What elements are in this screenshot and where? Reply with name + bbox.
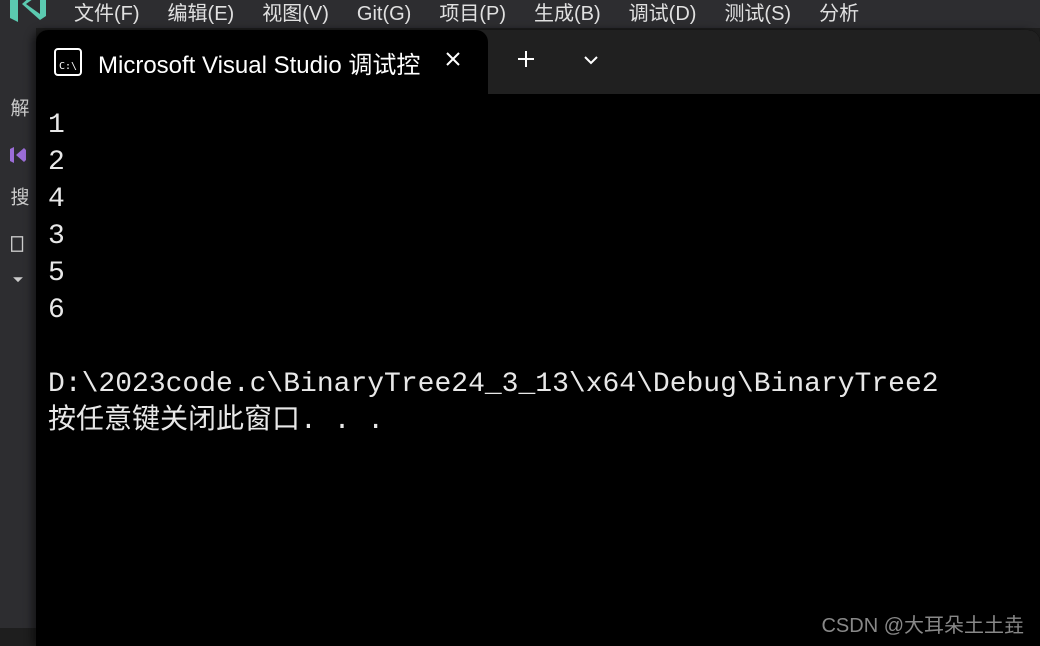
close-tab-button[interactable]: [436, 46, 470, 78]
vs-logo-icon: [4, 0, 52, 28]
menu-debug[interactable]: 调试(D): [615, 9, 711, 19]
menu-git[interactable]: Git(G): [343, 9, 425, 19]
menu-bar: 文件(F) 编辑(E) 视图(V) Git(G) 项目(P) 生成(B) 调试(…: [0, 0, 1040, 28]
vs-purple-icon[interactable]: [8, 145, 28, 165]
terminal-tab[interactable]: C:\ Microsoft Visual Studio 调试控: [36, 30, 488, 94]
sidebar-search-label[interactable]: 搜: [5, 187, 32, 212]
menu-file[interactable]: 文件(F): [60, 9, 154, 19]
left-sidebar: 解 搜: [0, 28, 36, 628]
menu-test[interactable]: 测试(S): [710, 9, 805, 19]
tab-controls: [488, 30, 608, 94]
watermark: CSDN @大耳朵土土垚: [821, 609, 1024, 638]
menu-analyze[interactable]: 分析: [805, 9, 873, 19]
tab-dropdown-button[interactable]: [574, 41, 608, 83]
menu-project[interactable]: 项目(P): [425, 9, 520, 19]
menu-edit[interactable]: 编辑(E): [154, 9, 249, 19]
tab-title: Microsoft Visual Studio 调试控: [98, 45, 420, 80]
console-icon: C:\: [54, 48, 82, 76]
document-icon[interactable]: [8, 234, 28, 254]
new-tab-button[interactable]: [508, 41, 544, 83]
menu-build[interactable]: 生成(B): [520, 9, 615, 19]
sidebar-solution-label[interactable]: 解: [5, 98, 32, 123]
tab-bar: C:\ Microsoft Visual Studio 调试控: [36, 30, 1040, 94]
console-output[interactable]: 1 2 4 3 5 6 D:\2023code.c\BinaryTree24_3…: [36, 94, 1040, 455]
terminal-window: C:\ Microsoft Visual Studio 调试控 1 2 4 3 …: [36, 30, 1040, 646]
menu-view[interactable]: 视图(V): [248, 9, 343, 19]
arrow-icon[interactable]: [8, 270, 28, 290]
